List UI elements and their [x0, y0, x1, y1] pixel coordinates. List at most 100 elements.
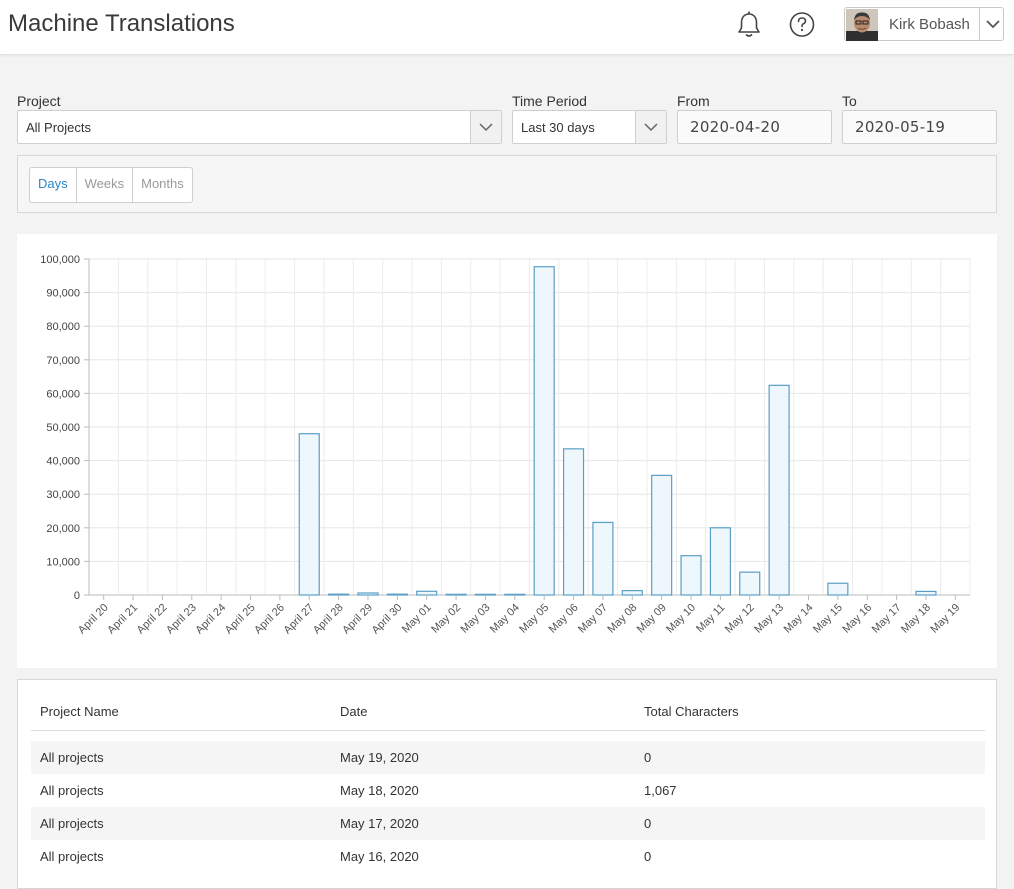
y-tick-label: 60,000	[46, 388, 80, 400]
y-tick-label: 0	[74, 590, 80, 602]
bell-icon[interactable]	[735, 10, 763, 40]
x-tick-label: May 06	[547, 602, 581, 636]
time-period-value: Last 30 days	[521, 120, 595, 135]
days-button[interactable]: Days	[30, 168, 77, 202]
x-tick-label: May 13	[752, 602, 786, 636]
x-tick-label: April 27	[282, 602, 317, 637]
time-period-label: Time Period	[512, 93, 587, 109]
cell-project: All projects	[40, 750, 104, 765]
table-row: All projects May 18, 2020 1,067	[31, 774, 985, 807]
x-tick-label: May 04	[488, 602, 522, 636]
x-tick-label: April 29	[340, 602, 375, 637]
bar	[621, 590, 643, 596]
user-menu[interactable]: Kirk Bobash	[844, 7, 1004, 41]
y-tick-label: 90,000	[46, 288, 80, 300]
column-header-total[interactable]: Total Characters	[644, 704, 739, 719]
cell-project: All projects	[40, 816, 104, 831]
x-tick-label: May 11	[694, 602, 727, 635]
x-tick-label: May 19	[928, 602, 962, 636]
y-tick-label: 50,000	[46, 422, 80, 434]
table-row: All projects May 17, 2020 0	[31, 807, 985, 840]
x-tick-label: May 03	[459, 602, 493, 636]
table-header: Project Name Date Total Characters	[31, 702, 985, 731]
bar	[915, 590, 937, 596]
x-tick-label: April 30	[370, 602, 405, 637]
x-tick-label: May 15	[811, 602, 845, 636]
y-tick-label: 80,000	[46, 321, 80, 333]
bar-chart: 0 10,000 20,000 30,000 40,000 50,000 60,000 70,…	[40, 254, 971, 637]
y-tick-label: 40,000	[46, 456, 80, 468]
from-date-input[interactable]	[677, 110, 832, 144]
time-period-select[interactable]: Last 30 days	[512, 110, 667, 144]
bar	[504, 593, 526, 596]
months-button[interactable]: Months	[133, 168, 192, 202]
y-tick-label: 20,000	[46, 523, 80, 535]
from-label: From	[677, 93, 710, 109]
y-tick-label: 30,000	[46, 489, 80, 501]
granularity-toggle: Days Weeks Months	[29, 167, 193, 203]
bar	[709, 527, 731, 596]
bar	[357, 592, 379, 596]
x-tick-label: April 24	[193, 602, 228, 637]
cell-project: All projects	[40, 783, 104, 798]
cell-date: May 18, 2020	[340, 783, 419, 798]
column-header-project[interactable]: Project Name	[40, 704, 119, 719]
bar	[328, 593, 350, 596]
bar	[445, 593, 467, 596]
bar	[827, 582, 849, 596]
x-tick-label: May 05	[517, 602, 551, 636]
bar	[474, 593, 497, 596]
x-tick-label: May 08	[605, 602, 639, 636]
table-row: All projects May 16, 2020 0	[31, 840, 985, 873]
cell-date: May 16, 2020	[340, 849, 419, 864]
bar	[680, 555, 702, 596]
bar	[533, 266, 555, 596]
x-tick-label: April 23	[164, 602, 199, 637]
x-tick-label: April 25	[223, 602, 258, 637]
bar	[592, 521, 614, 596]
x-tick-label: May 17	[870, 602, 904, 636]
bar	[562, 448, 585, 596]
help-icon[interactable]	[788, 10, 816, 40]
avatar	[846, 9, 878, 41]
divider	[979, 8, 980, 40]
table-row: All projects May 19, 2020 0	[31, 741, 985, 774]
project-select-value: All Projects	[26, 120, 92, 135]
cell-total: 0	[644, 750, 652, 765]
y-tick-label: 100,000	[40, 254, 80, 266]
bar	[768, 384, 790, 596]
chevron-down-icon[interactable]	[985, 17, 1001, 31]
y-tick-label: 70,000	[46, 355, 80, 367]
project-select[interactable]: All Projects	[17, 110, 502, 144]
y-tick-label: 10,000	[46, 556, 80, 568]
x-tick-label: May 18	[899, 602, 933, 636]
cell-total: 0	[644, 816, 652, 831]
to-date-input[interactable]	[842, 110, 997, 144]
bar	[739, 571, 761, 596]
x-tick-label: May 14	[782, 602, 816, 636]
chevron-down-icon[interactable]	[635, 111, 666, 143]
user-name: Kirk Bobash	[889, 16, 970, 33]
x-tick-label: May 02	[429, 602, 463, 636]
chevron-down-icon[interactable]	[470, 111, 501, 143]
bar	[298, 433, 320, 596]
bar	[651, 474, 673, 596]
x-tick-label: May 10	[664, 602, 698, 636]
page-title: Machine Translations	[8, 10, 235, 37]
cell-total: 0	[644, 849, 652, 864]
cell-date: May 17, 2020	[340, 816, 419, 831]
x-tick-label: May 16	[840, 602, 874, 636]
x-tick-label: April 20	[76, 602, 111, 637]
bar	[386, 593, 408, 596]
column-header-date[interactable]: Date	[340, 704, 367, 719]
bar	[416, 590, 438, 596]
x-tick-label: April 28	[311, 602, 346, 637]
x-tick-label: April 22	[135, 602, 170, 637]
project-label: Project	[17, 93, 61, 109]
chart-panel: 0 10,000 20,000 30,000 40,000 50,000 60,000 70,…	[17, 234, 997, 668]
to-label: To	[842, 93, 857, 109]
weeks-button[interactable]: Weeks	[77, 168, 134, 202]
granularity-panel: Days Weeks Months	[17, 155, 997, 213]
cell-project: All projects	[40, 849, 104, 864]
x-tick-label: May 09	[635, 602, 669, 636]
